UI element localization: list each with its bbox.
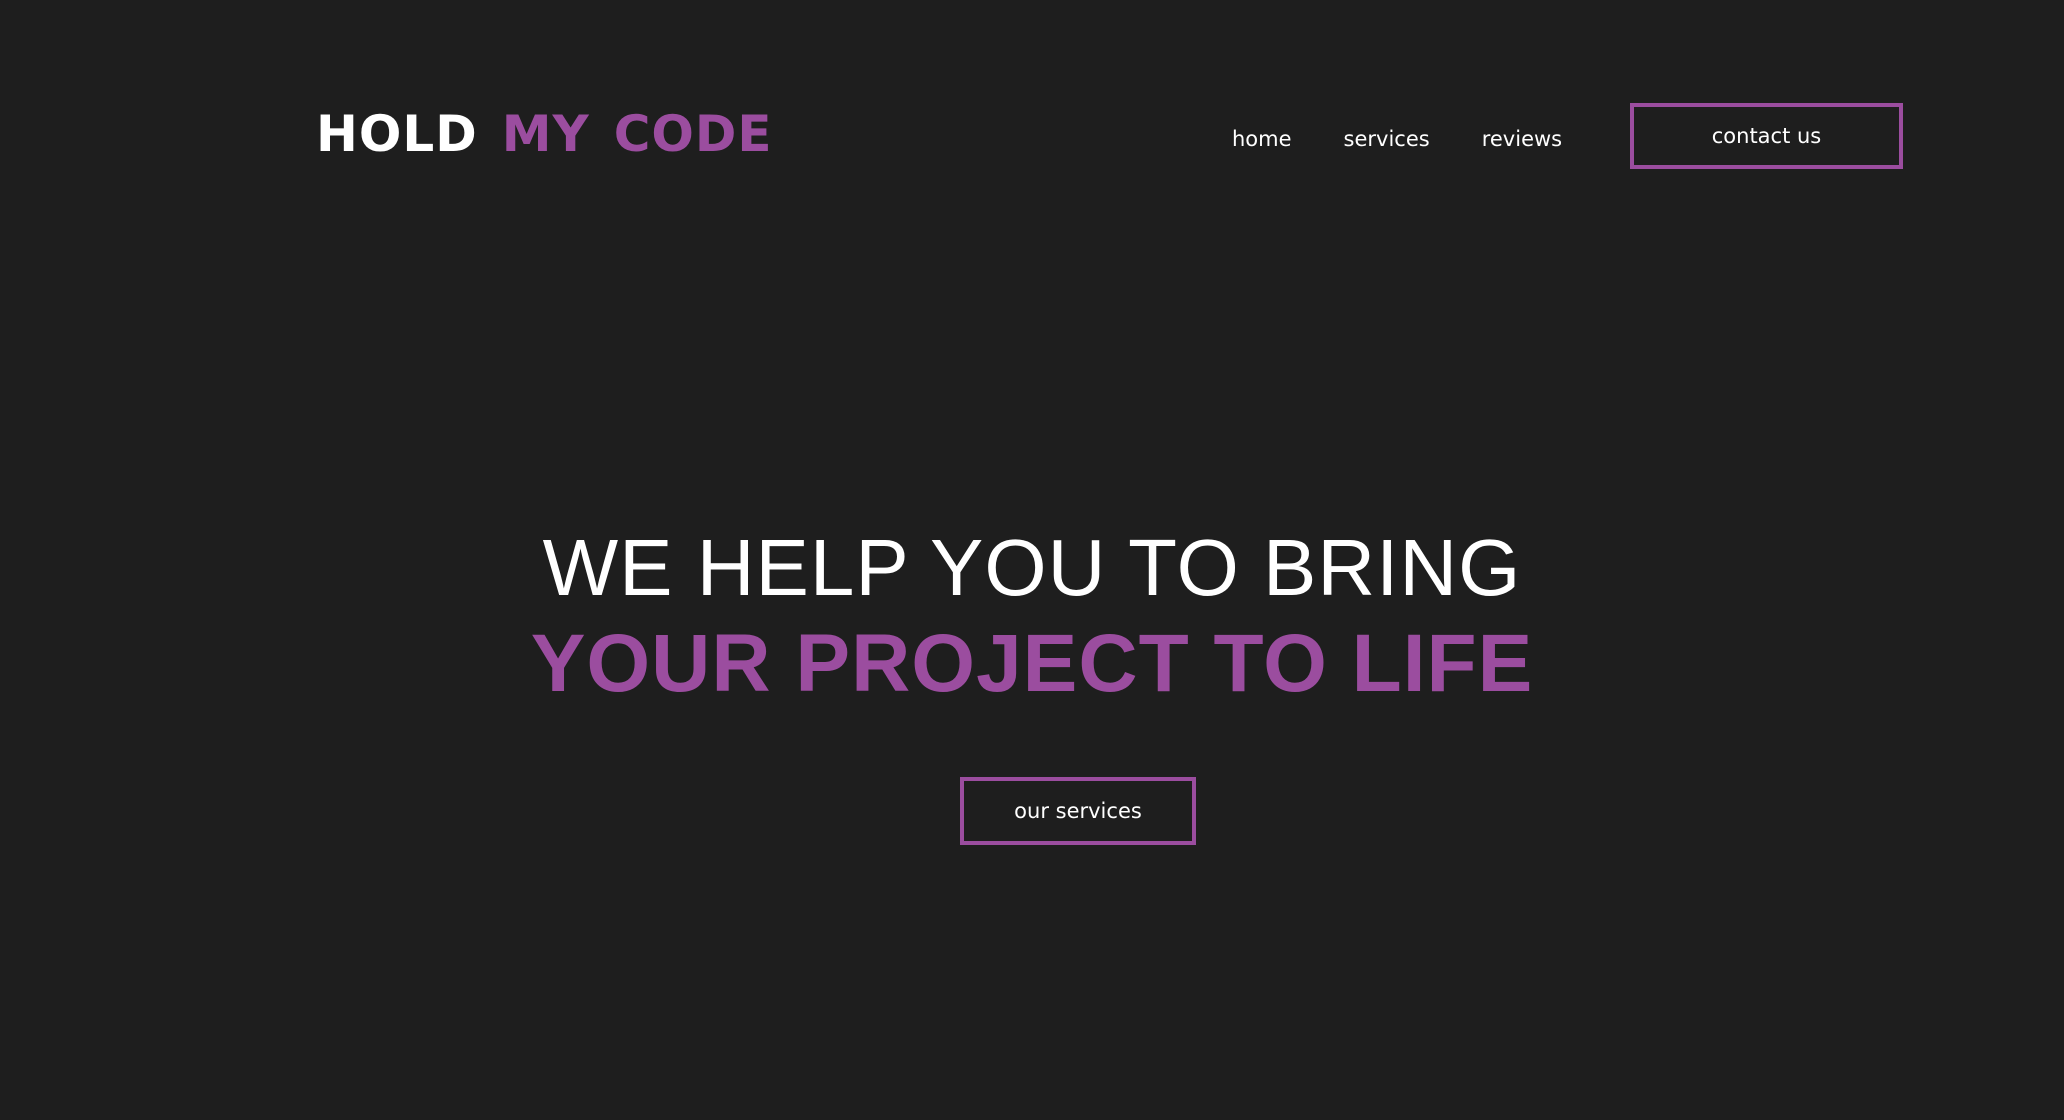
logo-word-hold: HOLD: [316, 105, 478, 163]
site-logo[interactable]: HOLD MY CODE: [316, 108, 773, 160]
contact-us-label: contact us: [1711, 124, 1822, 148]
hero-subheadline: YOUR PROJECT TO LIFE: [530, 618, 1534, 709]
hero-headline: WE HELP YOU TO BRING: [542, 523, 1522, 612]
logo-word-code: CODE: [613, 105, 773, 163]
our-services-button[interactable]: our services: [960, 777, 1196, 845]
nav-link-services[interactable]: services: [1344, 120, 1430, 158]
logo-word-my: MY: [501, 105, 590, 163]
contact-us-button[interactable]: contact us: [1630, 103, 1903, 169]
nav-link-home[interactable]: home: [1232, 120, 1292, 158]
landing-page: HOLD MY CODE home services reviews conta…: [0, 0, 2064, 1120]
nav-link-reviews[interactable]: reviews: [1482, 120, 1562, 158]
hero-section: WE HELP YOU TO BRING YOUR PROJECT TO LIF…: [0, 520, 2064, 712]
our-services-label: our services: [1014, 799, 1142, 823]
main-nav: home services reviews: [1232, 120, 1562, 158]
